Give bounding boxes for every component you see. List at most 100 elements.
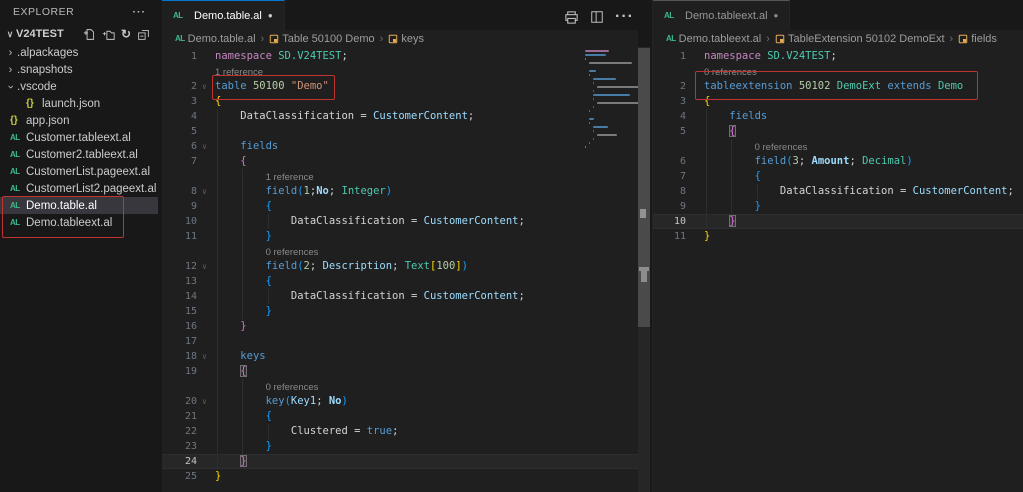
vertical-scrollbar[interactable] [638,47,650,492]
code-line[interactable]: 4fields [653,109,1023,124]
fold-chevron-icon[interactable]: ∨ [202,394,207,409]
fold-chevron-icon[interactable]: ∨ [202,259,207,274]
breadcrumb-item[interactable]: ALDemo.tableext.al [666,33,761,45]
code-line[interactable]: 11} [162,229,638,244]
tree-item--alpackages[interactable]: ›.alpackages [0,44,158,61]
code-line[interactable]: 1namespace SD.V24TEST; [162,49,638,64]
tree-item-customerlist2-pageext-al[interactable]: ALCustomerList2.pageext.al [0,180,158,197]
modified-dot-icon[interactable]: ● [268,12,273,20]
code-line[interactable]: 11} [653,229,1023,244]
code-area[interactable]: 1namespace SD.V24TEST;1 reference2∨table… [162,47,638,492]
explorer-more-actions-icon[interactable]: ··· [133,6,147,18]
code-line[interactable]: 13{ [162,274,638,289]
codelens-label[interactable]: 1 reference [215,65,263,80]
code-line[interactable]: 21{ [162,409,638,424]
code-line[interactable]: 7{ [653,169,1023,184]
more-actions-icon[interactable]: ··· [615,8,634,26]
fold-chevron-icon[interactable]: ∨ [202,139,207,154]
scrollbar-thumb[interactable] [638,48,650,327]
breadcrumb-item[interactable]: fields [958,33,997,45]
token: field [266,260,298,272]
codelens-label[interactable]: 0 references [755,140,808,155]
tree-item-launch-json[interactable]: {}launch.json [0,95,158,112]
token: 50100 [253,80,285,92]
fold-chevron-icon[interactable]: ∨ [202,184,207,199]
breadcrumb-item[interactable]: TableExtension 50102 DemoExt [775,33,945,45]
code-line[interactable]: 20∨key(Key1; No) [162,394,638,409]
code-line[interactable]: 10} [653,214,1023,229]
code-line[interactable]: 5 [162,124,638,139]
collapse-all-icon[interactable] [137,28,150,41]
code-line[interactable]: 10DataClassification = CustomerContent; [162,214,638,229]
code-line[interactable]: 23} [162,439,638,454]
minimap-line [589,110,590,112]
fold-chevron-icon[interactable]: ∨ [202,79,207,94]
refresh-icon[interactable]: ↻ [121,28,131,40]
modified-dot-icon[interactable]: ● [774,12,779,20]
code-line[interactable]: 3{ [162,94,638,109]
tree-item--snapshots[interactable]: ›.snapshots [0,61,158,78]
new-folder-icon[interactable] [102,28,115,41]
code-line[interactable]: 7{ [162,154,638,169]
minimap-line [585,50,609,52]
code-line[interactable]: 15} [162,304,638,319]
code-line[interactable]: 6field(3; Amount; Decimal) [653,154,1023,169]
tree-item-customer2-tableext-al[interactable]: ALCustomer2.tableext.al [0,146,158,163]
codelens-row[interactable]: 0 references [653,139,1023,154]
codelens-label[interactable]: 0 references [704,65,757,80]
code-line[interactable]: 19{ [162,364,638,379]
print-icon[interactable] [564,10,579,25]
indent-guide [706,184,707,199]
indent-guide [242,409,243,424]
codelens-row[interactable]: 1 reference [162,169,638,184]
code-line[interactable]: 2tableextension 50102 DemoExt extends De… [653,79,1023,94]
code-line[interactable]: 14DataClassification = CustomerContent; [162,289,638,304]
code-line[interactable]: 9{ [162,199,638,214]
token: namespace [215,50,272,62]
code-line[interactable]: 25} [162,469,638,484]
fold-chevron-icon[interactable]: ∨ [202,349,207,364]
codelens-label[interactable]: 0 references [266,245,319,260]
code-line[interactable]: 8DataClassification = CustomerContent; [653,184,1023,199]
codelens-row[interactable]: 0 references [162,379,638,394]
new-file-icon[interactable] [83,28,96,41]
code-line[interactable]: 24} [162,454,638,469]
code-line[interactable]: 2∨table 50100 "Demo" [162,79,638,94]
split-editor-icon[interactable] [590,10,604,24]
codelens-row[interactable]: 0 references [162,244,638,259]
code-area[interactable]: 1namespace SD.V24TEST;0 references2table… [653,47,1023,492]
tree-item-customerlist-pageext-al[interactable]: ALCustomerList.pageext.al [0,163,158,180]
code-line[interactable]: 12∨field(2; Description; Text[100]) [162,259,638,274]
indent-guide [217,409,218,424]
breadcrumb-item[interactable]: keys [388,33,424,45]
workspace-row[interactable]: ∨ V24TEST ↻ [0,24,158,44]
breadcrumb-item[interactable]: Table 50100 Demo [269,33,374,45]
minimap[interactable] [585,50,638,170]
tab-demo-table[interactable]: AL Demo.table.al ● [162,0,285,30]
code-line[interactable]: 1namespace SD.V24TEST; [653,49,1023,64]
code-line[interactable]: 8∨field(1;No; Integer) [162,184,638,199]
code-line[interactable]: 3{ [653,94,1023,109]
tree-item--vscode[interactable]: ›.vscode [0,78,158,95]
code-line[interactable]: 16} [162,319,638,334]
code-line[interactable]: 6∨fields [162,139,638,154]
tree-item-demo-table-al[interactable]: ALDemo.table.al [0,197,158,214]
code-line[interactable]: 9} [653,199,1023,214]
code-line[interactable]: 22Clustered = true; [162,424,638,439]
breadcrumb-item[interactable]: ALDemo.table.al [175,33,256,45]
code-line[interactable]: 17 [162,334,638,349]
code-line[interactable]: 5{ [653,124,1023,139]
code-line[interactable]: 18∨keys [162,349,638,364]
codelens-row[interactable]: 0 references [653,64,1023,79]
al-file-icon: AL [10,201,25,210]
token: CustomerContent [424,215,519,227]
minimap-line [593,106,594,108]
tree-item-app-json[interactable]: {}app.json [0,112,158,129]
tree-item-demo-tableext-al[interactable]: ALDemo.tableext.al [0,214,158,231]
codelens-label[interactable]: 1 reference [266,170,314,185]
code-line[interactable]: 4DataClassification = CustomerContent; [162,109,638,124]
codelens-label[interactable]: 0 references [266,380,319,395]
codelens-row[interactable]: 1 reference [162,64,638,79]
tab-demo-tableext[interactable]: AL Demo.tableext.al ● [653,0,790,30]
tree-item-customer-tableext-al[interactable]: ALCustomer.tableext.al [0,129,158,146]
